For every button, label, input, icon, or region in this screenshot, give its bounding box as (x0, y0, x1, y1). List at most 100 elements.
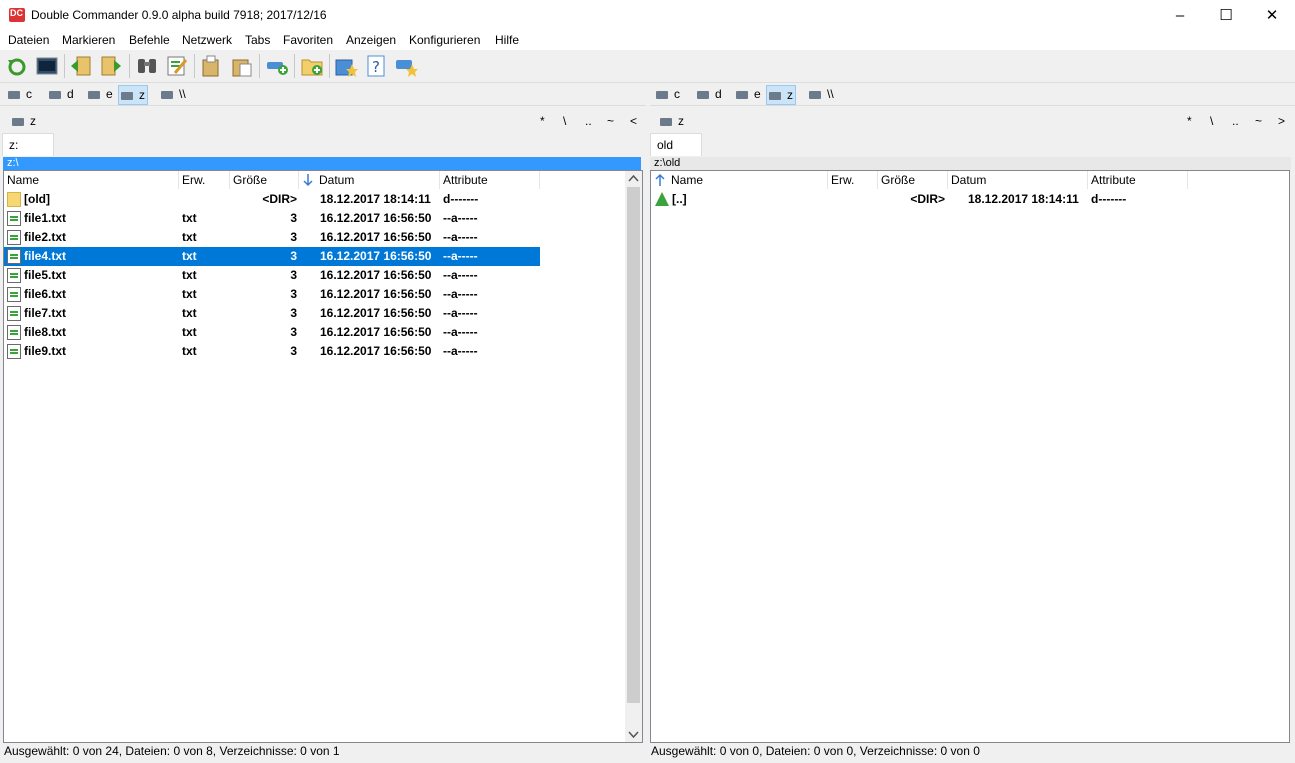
left-drive-z[interactable]: z (118, 85, 148, 105)
column-separator[interactable] (539, 171, 540, 189)
table-row[interactable]: file4.txt txt 3 16.12.2017 16:56:50 --a----- (4, 247, 540, 266)
column-separator[interactable] (1187, 171, 1188, 189)
copy-icon[interactable] (200, 54, 224, 78)
col-header-date[interactable]: Datum (951, 171, 986, 189)
right-nav-home[interactable]: ~ (1255, 114, 1262, 128)
refresh-icon[interactable] (5, 54, 29, 78)
table-row[interactable]: file6.txt txt 3 16.12.2017 16:56:50 --a----- (4, 285, 540, 304)
left-drive-e[interactable]: e (86, 85, 115, 103)
file-ext: txt (182, 325, 197, 339)
column-separator[interactable] (298, 171, 299, 189)
file-name: file1.txt (24, 211, 67, 225)
right-drive-c[interactable]: c (654, 85, 682, 103)
copy-left-icon[interactable] (69, 54, 93, 78)
network-drive-icon (12, 117, 24, 126)
new-folder-icon[interactable] (300, 54, 324, 78)
menu-dateien[interactable]: Dateien (8, 33, 49, 47)
left-drive-network[interactable]: \\ (159, 85, 188, 103)
favorites-icon[interactable] (334, 54, 358, 78)
right-nav-copy-path[interactable]: > (1278, 114, 1285, 128)
column-separator[interactable] (229, 171, 230, 189)
left-drive-d[interactable]: d (47, 85, 76, 103)
right-drive-network[interactable]: \\ (807, 85, 836, 103)
file-ext: txt (182, 230, 197, 244)
scroll-down-icon[interactable] (628, 729, 639, 739)
terminal-icon[interactable] (35, 54, 59, 78)
menu-befehle[interactable]: Befehle (129, 33, 170, 47)
file-date: 16.12.2017 16:56:50 (320, 287, 432, 301)
table-row[interactable]: file9.txt txt 3 16.12.2017 16:56:50 --a----- (4, 342, 540, 361)
edit-icon[interactable] (165, 54, 189, 78)
col-header-date[interactable]: Datum (319, 171, 354, 189)
left-status-bar: Ausgewählt: 0 von 24, Dateien: 0 von 8, … (4, 744, 340, 758)
search-icon[interactable] (135, 54, 159, 78)
column-separator[interactable] (947, 171, 948, 189)
column-separator[interactable] (877, 171, 878, 189)
network-drive-icon (121, 91, 133, 100)
network-connect-icon[interactable] (265, 54, 289, 78)
help-icon[interactable]: ? (364, 54, 388, 78)
menu-netzwerk[interactable]: Netzwerk (182, 33, 232, 47)
left-nav-root[interactable]: * (540, 114, 545, 128)
left-current-drive[interactable]: z (12, 114, 36, 128)
col-header-attr[interactable]: Attribute (443, 171, 488, 189)
right-path-bar[interactable]: z:\old (650, 157, 1291, 170)
up-arrow-icon (655, 192, 669, 206)
menu-markieren[interactable]: Markieren (62, 33, 115, 47)
left-nav-backslash[interactable]: \ (563, 114, 566, 128)
file-attr: --a----- (443, 230, 478, 244)
file-date: 16.12.2017 16:56:50 (320, 211, 432, 225)
table-row[interactable]: file1.txt txt 3 16.12.2017 16:56:50 --a----- (4, 209, 540, 228)
file-size: 3 (290, 344, 297, 358)
scroll-up-icon[interactable] (628, 174, 639, 184)
close-button[interactable]: ✕ (1249, 0, 1295, 31)
paste-icon[interactable] (230, 54, 254, 78)
right-drive-d[interactable]: d (695, 85, 724, 103)
right-nav-root[interactable]: * (1187, 114, 1192, 128)
maximize-button[interactable]: ☐ (1203, 0, 1249, 31)
right-nav-up[interactable]: .. (1232, 114, 1239, 128)
right-current-drive[interactable]: z (660, 114, 684, 128)
col-header-name[interactable]: Name (671, 171, 703, 189)
col-header-name[interactable]: Name (7, 171, 39, 189)
column-separator[interactable] (827, 171, 828, 189)
left-tab[interactable]: z: (2, 133, 54, 156)
column-separator[interactable] (178, 171, 179, 189)
window-title: Double Commander 0.9.0 alpha build 7918;… (31, 8, 327, 22)
column-separator[interactable] (439, 171, 440, 189)
left-path-bar[interactable]: z:\ (3, 157, 641, 170)
table-row[interactable]: [old] <DIR> 18.12.2017 18:14:11 d------- (4, 190, 540, 209)
hotlist-icon[interactable] (394, 54, 418, 78)
menu-anzeigen[interactable]: Anzeigen (346, 33, 396, 47)
left-nav-copy-path[interactable]: < (630, 114, 637, 128)
menu-konfigurieren[interactable]: Konfigurieren (409, 33, 480, 47)
menu-tabs[interactable]: Tabs (245, 33, 270, 47)
right-nav-backslash[interactable]: \ (1210, 114, 1213, 128)
col-header-attr[interactable]: Attribute (1091, 171, 1136, 189)
left-nav-home[interactable]: ~ (607, 114, 614, 128)
menu-favoriten[interactable]: Favoriten (283, 33, 333, 47)
table-row[interactable]: [..] <DIR> 18.12.2017 18:14:11 d------- (652, 190, 1188, 209)
col-header-size[interactable]: Größe (881, 171, 915, 189)
menu-hilfe[interactable]: Hilfe (495, 33, 519, 47)
col-header-ext[interactable]: Erw. (182, 171, 205, 189)
copy-right-icon[interactable] (99, 54, 123, 78)
right-file-list[interactable] (650, 170, 1290, 743)
column-separator[interactable] (1087, 171, 1088, 189)
left-scrollbar-thumb[interactable] (627, 187, 640, 703)
table-row[interactable]: file7.txt txt 3 16.12.2017 16:56:50 --a----- (4, 304, 540, 323)
left-drive-c[interactable]: c (6, 85, 34, 103)
table-row[interactable]: file8.txt txt 3 16.12.2017 16:56:50 --a----- (4, 323, 540, 342)
table-row[interactable]: file5.txt txt 3 16.12.2017 16:56:50 --a----- (4, 266, 540, 285)
table-row[interactable]: file2.txt txt 3 16.12.2017 16:56:50 --a----- (4, 228, 540, 247)
sort-arrow-up-icon (655, 173, 665, 186)
right-drive-z[interactable]: z (766, 85, 796, 105)
col-header-ext[interactable]: Erw. (831, 171, 854, 189)
right-tab[interactable]: old (650, 133, 702, 156)
file-date: 16.12.2017 16:56:50 (320, 306, 432, 320)
file-attr: --a----- (443, 268, 478, 282)
right-drive-e[interactable]: e (734, 85, 763, 103)
minimize-button[interactable]: – (1157, 0, 1203, 31)
left-nav-up[interactable]: .. (585, 114, 592, 128)
col-header-size[interactable]: Größe (233, 171, 267, 189)
